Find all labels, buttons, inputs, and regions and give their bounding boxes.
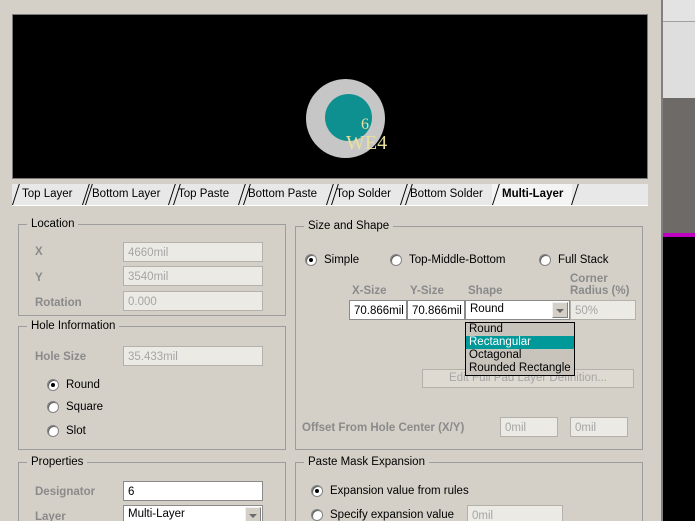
hole-size-input[interactable]: 35.433mil [123, 346, 263, 366]
offset-x-input[interactable]: 0mil [500, 417, 558, 437]
properties-group-title: Properties [27, 456, 88, 468]
shape-combobox[interactable]: Round [465, 300, 570, 320]
x-size-column-label: X-Size [352, 285, 387, 297]
hole-shape-slot-radio[interactable] [47, 425, 59, 437]
tab-multi-layer[interactable]: Multi-Layer [492, 184, 579, 205]
chevron-down-icon[interactable] [245, 507, 261, 521]
x-size-input[interactable]: 70.866mil [349, 300, 407, 320]
designator-input[interactable]: 6 [123, 481, 263, 501]
hole-shape-round-radio[interactable] [47, 379, 59, 391]
shape-option-rounded-rectangle[interactable]: Rounded Rectangle [466, 362, 574, 375]
stack-mode-top-middle-bottom-radio[interactable] [390, 254, 402, 266]
layer-label: Layer [35, 511, 66, 521]
layer-combobox[interactable]: Multi-Layer [123, 505, 263, 521]
y-label: Y [35, 272, 43, 284]
y-size-input[interactable]: 70.866mil [407, 300, 465, 320]
designator-label: Designator [35, 486, 96, 498]
stack-mode-simple-label[interactable]: Simple [324, 254, 359, 266]
pad-preview-net: WE4 [346, 132, 388, 154]
shape-option-octagonal[interactable]: Octagonal [466, 349, 574, 362]
corner-radius-column-label: Corner Radius (%) [570, 273, 630, 297]
hole-shape-square-label[interactable]: Square [66, 401, 103, 413]
rotation-label: Rotation [35, 297, 82, 309]
tab-top-solder[interactable]: Top Solder [326, 184, 413, 205]
x-label: X [35, 246, 43, 258]
location-group-title: Location [27, 218, 79, 230]
tab-top-layer[interactable]: Top Layer [12, 184, 93, 205]
stack-mode-top-middle-bottom-label[interactable]: Top-Middle-Bottom [409, 254, 506, 266]
shape-dropdown-list[interactable]: Round Rectangular Octagonal Rounded Rect… [465, 322, 575, 376]
tab-top-paste[interactable]: Top Paste [168, 184, 251, 205]
hole-shape-slot-label[interactable]: Slot [66, 425, 86, 437]
tab-bottom-paste[interactable]: Bottom Paste [238, 184, 339, 205]
background-toolbar-secondary [663, 22, 695, 98]
tab-bottom-layer[interactable]: Bottom Layer [82, 184, 181, 205]
screen: 5 3 2 1 6 WE4 T [0, 0, 695, 521]
stack-mode-simple-radio[interactable] [305, 254, 317, 266]
layer-tabstrip: Top Layer Bottom Layer Top Paste Bottom … [12, 184, 648, 206]
pad-properties-dialog: 6 WE4 Top Layer Bottom Layer Top Paste B… [0, 0, 663, 521]
corner-radius-input[interactable]: 50% [570, 300, 636, 320]
shape-option-rectangular[interactable]: Rectangular [466, 336, 574, 349]
pad-preview-panel: 6 WE4 [12, 14, 648, 179]
specify-expansion-input[interactable]: 0mil [467, 505, 563, 521]
size-and-shape-group-title: Size and Shape [304, 220, 394, 232]
shape-option-round[interactable]: Round [466, 323, 574, 336]
radio-dot [315, 489, 319, 493]
background-panel [663, 98, 695, 233]
rotation-input[interactable]: 0.000 [123, 291, 263, 311]
expansion-from-rules-radio[interactable] [311, 485, 323, 497]
expansion-from-rules-label[interactable]: Expansion value from rules [330, 485, 469, 497]
tab-bottom-solder[interactable]: Bottom Solder [400, 184, 505, 205]
shape-combobox-value: Round [470, 303, 504, 315]
shape-column-label: Shape [468, 285, 503, 297]
stack-mode-full-stack-label[interactable]: Full Stack [558, 254, 609, 266]
y-input[interactable]: 3540mil [123, 266, 263, 286]
layer-combobox-value: Multi-Layer [128, 508, 185, 520]
hole-information-group-title: Hole Information [27, 320, 120, 332]
tab-label: Multi-Layer [502, 188, 564, 200]
offset-y-input[interactable]: 0mil [570, 417, 628, 437]
tab-label: Bottom Layer [92, 188, 161, 200]
tab-edge-right [562, 184, 579, 205]
background-toolbar [663, 0, 695, 22]
pad-preview-hole: 6 WE4 [325, 94, 387, 154]
hole-shape-square-radio[interactable] [47, 401, 59, 413]
tab-label: Bottom Solder [410, 188, 483, 200]
specify-expansion-radio[interactable] [311, 509, 323, 521]
y-size-column-label: Y-Size [410, 285, 444, 297]
tab-label: Top Layer [22, 188, 73, 200]
paste-mask-expansion-group-title: Paste Mask Expansion [304, 456, 429, 468]
radio-dot [51, 383, 55, 387]
hole-shape-round-label[interactable]: Round [66, 379, 100, 391]
tab-label: Bottom Paste [248, 188, 318, 200]
background-pcb-canvas: 5 3 2 1 [663, 237, 695, 521]
hole-size-label: Hole Size [35, 351, 87, 363]
pad-preview-shape: 6 WE4 [306, 79, 387, 158]
chevron-down-icon[interactable] [552, 302, 568, 318]
x-input[interactable]: 4660mil [123, 242, 263, 262]
stack-mode-full-stack-radio[interactable] [539, 254, 551, 266]
specify-expansion-label[interactable]: Specify expansion value [330, 509, 454, 521]
offset-from-hole-center-label: Offset From Hole Center (X/Y) [302, 422, 465, 434]
tab-label: Top Solder [336, 188, 391, 200]
radio-dot [309, 258, 313, 262]
tab-label: Top Paste [178, 188, 230, 200]
